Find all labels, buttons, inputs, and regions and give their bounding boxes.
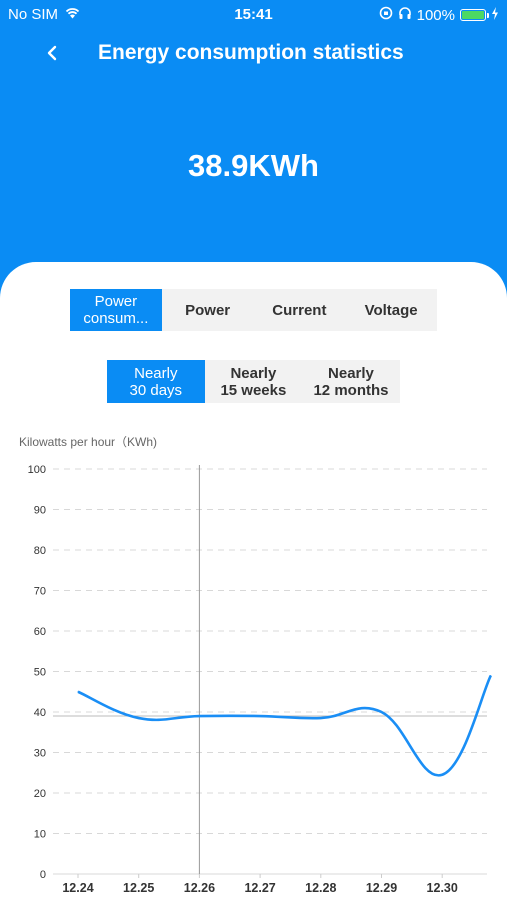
y-tick-label: 80 xyxy=(34,545,46,557)
x-tick-label: 12.24 xyxy=(62,881,93,895)
tab-power-consumption[interactable]: Power consum... xyxy=(70,289,162,331)
tab-voltage[interactable]: Voltage xyxy=(345,289,437,331)
y-axis-title: Kilowatts per hour（KWh) xyxy=(19,435,158,449)
energy-line-chart[interactable]: 0 10 20 30 40 50 60 70 80 90 100 12.24 12.25 12.26 12.… xyxy=(0,455,507,900)
chevron-left-icon xyxy=(47,45,57,61)
data-point xyxy=(198,715,200,717)
data-point xyxy=(259,715,261,717)
range-tabs: Nearly 30 days Nearly 15 weeks Nearly 12… xyxy=(107,360,400,403)
data-point xyxy=(77,691,79,693)
battery-icon xyxy=(460,9,489,21)
y-tick-label: 90 xyxy=(34,505,46,517)
x-tick-label: 12.29 xyxy=(366,881,397,895)
tab-15-weeks[interactable]: Nearly 15 weeks xyxy=(205,360,303,403)
y-tick-label: 60 xyxy=(34,626,46,638)
data-point xyxy=(441,774,443,776)
x-tick-label: 12.27 xyxy=(244,881,275,895)
x-tick-label: 12.30 xyxy=(427,881,458,895)
page-title: Energy consumption statistics xyxy=(98,41,404,64)
total-consumption: 38.9KWh xyxy=(188,148,319,183)
data-point xyxy=(490,675,492,677)
tab-30-days[interactable]: Nearly 30 days xyxy=(107,360,205,403)
tab-12-months[interactable]: Nearly 12 months xyxy=(302,360,400,403)
y-tick-label: 0 xyxy=(40,869,46,881)
y-tick-label: 10 xyxy=(34,829,46,841)
y-tick-label: 40 xyxy=(34,707,46,719)
metric-tabs: Power consum... Power Current Voltage xyxy=(70,289,437,331)
y-tick-label: 100 xyxy=(28,464,46,476)
battery-percent: 100% xyxy=(416,6,455,24)
x-tick-label: 12.28 xyxy=(305,881,336,895)
charging-icon xyxy=(491,6,499,24)
series-line xyxy=(77,674,492,777)
y-tick-label: 20 xyxy=(34,788,46,800)
y-tick-label: 70 xyxy=(34,586,46,598)
x-tick-label: 12.26 xyxy=(184,881,215,895)
tab-power[interactable]: Power xyxy=(162,289,254,331)
x-tick-label: 12.25 xyxy=(123,881,154,895)
y-tick-label: 50 xyxy=(34,667,46,679)
data-point xyxy=(138,717,140,719)
y-tick-label: 30 xyxy=(34,748,46,760)
back-button[interactable] xyxy=(40,38,66,68)
rotation-lock-icon xyxy=(379,6,393,24)
data-point xyxy=(381,711,382,713)
tab-current[interactable]: Current xyxy=(254,289,346,331)
data-point xyxy=(320,717,322,719)
status-bar: No SIM 15:41 100% xyxy=(0,0,507,28)
headphones-icon xyxy=(398,6,412,24)
